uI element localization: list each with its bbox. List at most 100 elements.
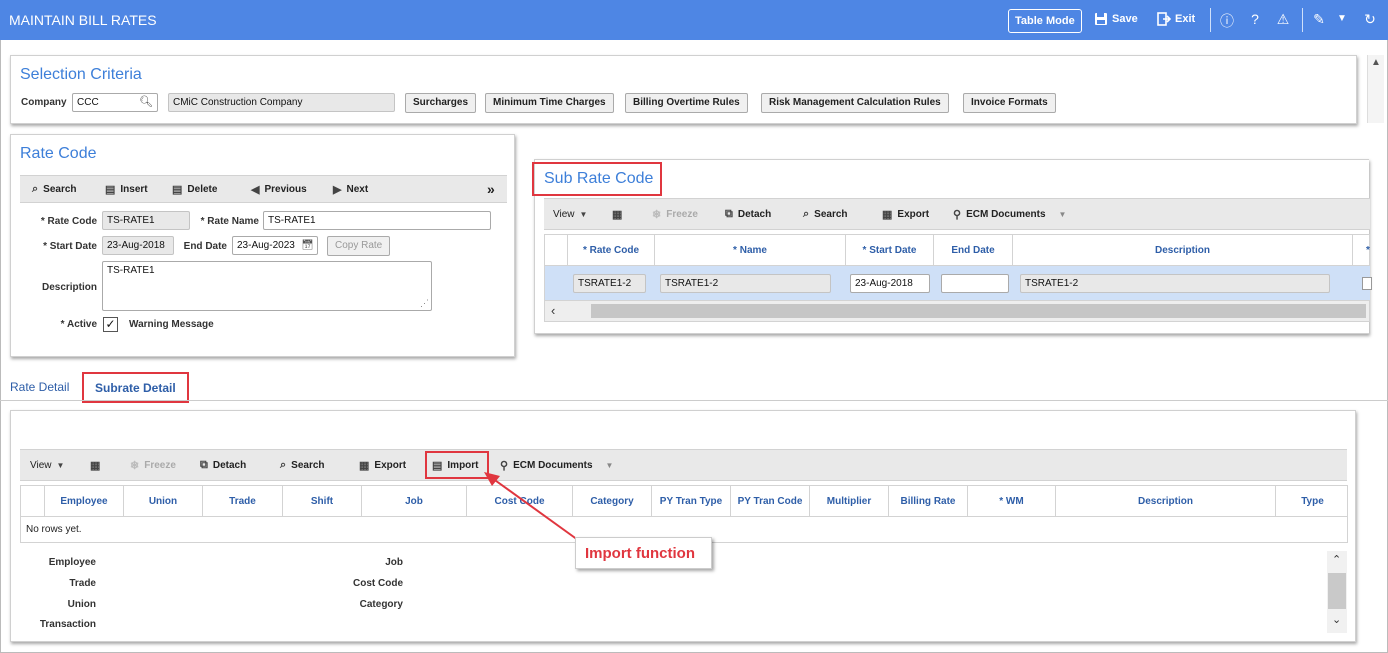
search-icon: ⌕ (32, 182, 39, 195)
freeze-button[interactable]: ❄︎ Freeze (130, 450, 176, 480)
exit-button[interactable]: Exit (1157, 12, 1195, 26)
detail-scrollbar[interactable]: ⌃ ⌄ (1327, 551, 1347, 633)
end-date-input[interactable]: 23-Aug-2023 📅︎ (232, 236, 318, 255)
export-button[interactable]: ▦ Export (882, 199, 929, 229)
column-header[interactable]: PY Tran Code (731, 486, 810, 516)
chevron-double-right-icon[interactable]: » (487, 176, 495, 202)
rate-name-input[interactable]: TS-RATE1 (263, 211, 491, 230)
delete-icon: ▤ (172, 183, 183, 196)
query-by-example-icon[interactable]: ▦ (90, 450, 100, 480)
column-header[interactable]: * Name (655, 235, 846, 265)
column-header[interactable]: * (1353, 235, 1383, 265)
copy-rate-button[interactable]: Copy Rate (327, 236, 391, 256)
minimum-time-charges-button[interactable]: Minimum Time Charges (485, 93, 614, 113)
warning-icon[interactable]: ⚠ (1274, 11, 1292, 28)
freeze-button[interactable]: ❄︎ Freeze (652, 199, 698, 229)
rate-name-label: * Rate Name (200, 216, 259, 227)
dropdown-icon[interactable]: ▼ (1333, 13, 1351, 24)
surcharges-button[interactable]: Surcharges (405, 93, 477, 113)
column-header[interactable]: Type (1276, 486, 1349, 516)
chevron-down-icon: ▼ (605, 460, 614, 470)
detach-button[interactable]: ⧉ Detach (200, 450, 246, 480)
company-input[interactable]: CCC 🔍︎ (72, 93, 158, 112)
chevron-down-icon: ▼ (1058, 209, 1067, 219)
billing-overtime-rules-button[interactable]: Billing Overtime Rules (625, 93, 748, 113)
description-value: TS-RATE1 (107, 265, 155, 276)
insert-label: Insert (120, 183, 148, 195)
query-by-example-icon[interactable]: ▦ (612, 199, 622, 229)
app-header: MAINTAIN BILL RATES Table Mode Save Exit… (0, 0, 1388, 40)
search-button[interactable]: ⌕ Search (803, 199, 848, 229)
sub-rate-code-title: Sub Rate Code (544, 170, 654, 187)
column-header[interactable]: Union (124, 486, 203, 516)
column-header[interactable]: * Rate Code (568, 235, 655, 265)
resize-handle-icon[interactable]: ⋰ (420, 296, 429, 310)
insert-icon: ▤ (105, 183, 116, 196)
active-checkbox[interactable]: ✓ (103, 317, 118, 332)
column-header[interactable]: Multiplier (810, 486, 889, 516)
scrollbar-thumb[interactable] (591, 304, 1366, 318)
help-icon[interactable]: ? (1246, 11, 1264, 27)
table-row[interactable]: TSRATE1-2 TSRATE1-2 23-Aug-2018 TSRATE1-… (544, 266, 1372, 300)
save-label: Save (1112, 13, 1138, 25)
ecm-documents-icon: ⚲ (953, 208, 962, 221)
edit-icon[interactable]: ✎ (1310, 11, 1328, 28)
view-menu[interactable]: View ▼ (553, 199, 587, 229)
row-end-date-input[interactable] (941, 274, 1009, 293)
description-textarea[interactable]: TS-RATE1 ⋰ (102, 261, 432, 311)
column-header[interactable]: * Start Date (846, 235, 934, 265)
column-header[interactable]: Description (1056, 486, 1276, 516)
next-button[interactable]: ▶ Next (333, 176, 368, 202)
insert-button[interactable]: ▤ Insert (105, 176, 148, 202)
scroll-up-icon[interactable]: ▲ (1371, 57, 1381, 68)
row-selector-header (21, 486, 45, 516)
chevron-down-icon[interactable]: ⌄ (1332, 613, 1341, 626)
column-header[interactable]: Billing Rate (889, 486, 968, 516)
tab-rate-detail[interactable]: Rate Detail (10, 380, 69, 394)
freeze-icon: ❄︎ (130, 459, 140, 472)
search-button[interactable]: ⌕ Search (280, 450, 325, 480)
table-mode-button[interactable]: Table Mode (1008, 9, 1082, 33)
detach-label: Detach (212, 459, 247, 471)
save-button[interactable]: Save (1094, 12, 1138, 26)
annotation-callout: Import function (575, 537, 712, 569)
search-button[interactable]: ⌕ Search (32, 176, 77, 202)
column-header[interactable]: Employee (45, 486, 124, 516)
view-menu[interactable]: View ▼ (30, 450, 64, 480)
chevron-down-icon: ▼ (56, 460, 65, 470)
description-label: Description (41, 282, 97, 293)
previous-label: Previous (264, 183, 307, 195)
rate-code-toolbar: ⌕ Search ▤ Insert ▤ Delete ◀ Previous ▶ Next … (20, 175, 507, 203)
row-checkbox[interactable] (1362, 277, 1372, 290)
risk-management-calculation-rules-button[interactable]: Risk Management Calculation Rules (761, 93, 949, 113)
column-header[interactable]: * WM (968, 486, 1056, 516)
refresh-icon[interactable]: ↻ (1361, 11, 1379, 28)
ecm-documents-button[interactable]: ⚲ ECM Documents ▼ (953, 199, 1066, 229)
detach-button[interactable]: ⧉ Detach (725, 199, 771, 229)
row-start-date-input[interactable]: 23-Aug-2018 (850, 274, 930, 293)
previous-button[interactable]: ◀ Previous (251, 176, 307, 202)
column-header[interactable]: Trade (203, 486, 283, 516)
search-icon[interactable]: 🔍︎ (139, 94, 153, 111)
column-header[interactable]: Description (1013, 235, 1353, 265)
scroll-left-icon[interactable]: ‹ (551, 303, 555, 318)
delete-button[interactable]: ▤ Delete (172, 176, 217, 202)
page-scrollbar[interactable]: ▲ (1367, 55, 1384, 123)
info-icon[interactable]: ⓘ (1218, 11, 1236, 31)
chevron-up-icon[interactable]: ⌃ (1332, 553, 1341, 566)
invoice-formats-button[interactable]: Invoice Formats (963, 93, 1056, 113)
export-button[interactable]: ▦ Export (359, 450, 406, 480)
column-header[interactable]: PY Tran Type (652, 486, 731, 516)
column-header[interactable]: End Date (934, 235, 1013, 265)
tab-subrate-detail[interactable]: Subrate Detail (82, 372, 189, 403)
column-header[interactable]: Shift (283, 486, 362, 516)
save-icon (1095, 13, 1107, 25)
transaction-label: Transaction (39, 619, 96, 630)
calendar-icon[interactable]: 📅︎ (301, 237, 314, 254)
horizontal-scrollbar[interactable]: ‹ (544, 300, 1370, 322)
column-header[interactable]: Job (362, 486, 467, 516)
end-date-value: 23-Aug-2023 (237, 240, 295, 251)
rate-code-field: TS-RATE1 (102, 211, 190, 230)
scrollbar-thumb[interactable] (1328, 573, 1346, 609)
exit-label: Exit (1175, 13, 1196, 25)
